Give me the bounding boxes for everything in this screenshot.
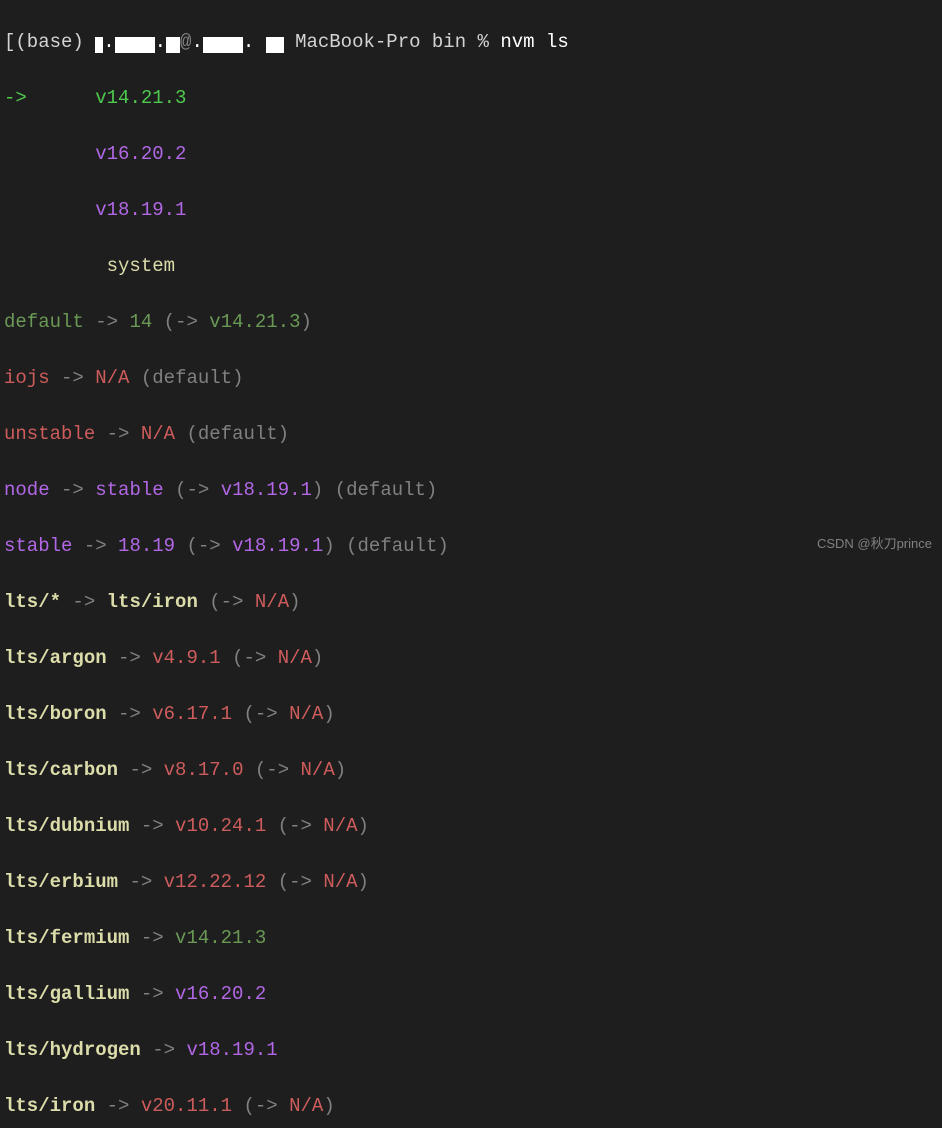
lts-target: v20.11.1 <box>141 1095 232 1117</box>
arrow-icon: -> <box>141 815 164 837</box>
arrow-icon: -> <box>198 535 221 557</box>
lts-target: v4.9.1 <box>152 647 220 669</box>
arrow-icon: -> <box>129 871 152 893</box>
lts-star-line: lts/* -> lts/iron (-> N/A) <box>4 588 938 616</box>
installed-version: v16.20.2 <box>95 143 186 165</box>
lts-boron-line: lts/boron -> v6.17.1 (-> N/A) <box>4 700 938 728</box>
lts-name: lts/carbon <box>4 759 118 781</box>
arrow-icon: -> <box>186 479 209 501</box>
arrow-icon: -> <box>107 423 130 445</box>
arrow-icon: -> <box>266 759 289 781</box>
lts-dubnium-line: lts/dubnium -> v10.24.1 (-> N/A) <box>4 812 938 840</box>
lts-resolved: N/A <box>301 759 335 781</box>
lts-erbium-line: lts/erbium -> v12.22.12 (-> N/A) <box>4 868 938 896</box>
lts-name: lts/boron <box>4 703 107 725</box>
lts-resolved: N/A <box>323 871 357 893</box>
alias-default-line: default -> 14 (-> v14.21.3) <box>4 308 938 336</box>
alias-resolved: v18.19.1 <box>232 535 323 557</box>
terminal-output: [(base) ..@.. MacBook-Pro bin % nvm ls -… <box>0 0 942 1128</box>
arrow-icon: -> <box>129 759 152 781</box>
alias-name: iojs <box>4 367 50 389</box>
alias-unstable-line: unstable -> N/A (default) <box>4 420 938 448</box>
lts-iron-line: lts/iron -> v20.11.1 (-> N/A) <box>4 1092 938 1120</box>
alias-resolved: v14.21.3 <box>209 311 300 333</box>
arrow-icon: -> <box>61 367 84 389</box>
lts-argon-line: lts/argon -> v4.9.1 (-> N/A) <box>4 644 938 672</box>
alias-target: 14 <box>129 311 152 333</box>
arrow-icon: -> <box>61 479 84 501</box>
alias-target: N/A <box>141 423 175 445</box>
system-label: system <box>107 255 175 277</box>
host-path: MacBook-Pro bin % <box>295 31 489 53</box>
alias-name: stable <box>4 535 72 557</box>
lts-target: v12.22.12 <box>164 871 267 893</box>
lts-name: lts/gallium <box>4 983 129 1005</box>
alias-extra: (default) <box>141 367 244 389</box>
alias-extra: (default) <box>346 535 449 557</box>
lts-target: v10.24.1 <box>175 815 266 837</box>
alias-target: stable <box>95 479 163 501</box>
lts-target: v16.20.2 <box>175 983 266 1005</box>
arrow-icon: -> <box>289 871 312 893</box>
lts-name: lts/* <box>4 591 61 613</box>
prompt-line[interactable]: [(base) ..@.. MacBook-Pro bin % nvm ls <box>4 28 938 56</box>
alias-target: N/A <box>95 367 129 389</box>
lts-name: lts/erbium <box>4 871 118 893</box>
arrow-icon: -> <box>141 927 164 949</box>
arrow-icon: -> <box>175 311 198 333</box>
lts-resolved: N/A <box>323 815 357 837</box>
conda-env: (base) <box>15 31 83 53</box>
lts-carbon-line: lts/carbon -> v8.17.0 (-> N/A) <box>4 756 938 784</box>
arrow-icon: -> <box>72 591 95 613</box>
lts-name: lts/dubnium <box>4 815 129 837</box>
nvm-installed-line: v16.20.2 <box>4 140 938 168</box>
alias-extra: (default) <box>335 479 438 501</box>
arrow-icon: -> <box>107 1095 130 1117</box>
arrow-icon: -> <box>84 535 107 557</box>
watermark-text: CSDN @秋刀prince <box>817 530 932 558</box>
alias-name: node <box>4 479 50 501</box>
arrow-icon: -> <box>221 591 244 613</box>
lts-fermium-line: lts/fermium -> v14.21.3 <box>4 924 938 952</box>
nvm-system-line: system <box>4 252 938 280</box>
lts-target: v8.17.0 <box>164 759 244 781</box>
nvm-current-line: -> v14.21.3 <box>4 84 938 112</box>
lts-gallium-line: lts/gallium -> v16.20.2 <box>4 980 938 1008</box>
lts-target: v6.17.1 <box>152 703 232 725</box>
current-version: v14.21.3 <box>95 87 186 109</box>
arrow-icon: -> <box>255 1095 278 1117</box>
arrow-icon: -> <box>95 311 118 333</box>
arrow-icon: -> <box>118 647 141 669</box>
lts-resolved: N/A <box>289 703 323 725</box>
lts-resolved: N/A <box>255 591 289 613</box>
nvm-installed-line: v18.19.1 <box>4 196 938 224</box>
alias-name: default <box>4 311 84 333</box>
lts-name: lts/fermium <box>4 927 129 949</box>
arrow-icon: -> <box>243 647 266 669</box>
arrow-icon: -> <box>152 1039 175 1061</box>
lts-target: v14.21.3 <box>175 927 266 949</box>
installed-version: v18.19.1 <box>95 199 186 221</box>
arrow-icon: -> <box>289 815 312 837</box>
arrow-icon: -> <box>255 703 278 725</box>
lts-resolved: N/A <box>289 1095 323 1117</box>
command-text: nvm ls <box>500 31 568 53</box>
lts-resolved: N/A <box>278 647 312 669</box>
alias-stable-line: stable -> 18.19 (-> v18.19.1) (default) <box>4 532 938 560</box>
lts-name: lts/argon <box>4 647 107 669</box>
lts-name: lts/hydrogen <box>4 1039 141 1061</box>
lts-target: lts/iron <box>107 591 198 613</box>
alias-name: unstable <box>4 423 95 445</box>
current-arrow-icon: -> <box>4 87 27 109</box>
alias-target: 18.19 <box>118 535 175 557</box>
alias-extra: (default) <box>186 423 289 445</box>
alias-resolved: v18.19.1 <box>221 479 312 501</box>
lts-hydrogen-line: lts/hydrogen -> v18.19.1 <box>4 1036 938 1064</box>
lts-target: v18.19.1 <box>186 1039 277 1061</box>
alias-node-line: node -> stable (-> v18.19.1) (default) <box>4 476 938 504</box>
alias-iojs-line: iojs -> N/A (default) <box>4 364 938 392</box>
lts-name: lts/iron <box>4 1095 95 1117</box>
arrow-icon: -> <box>141 983 164 1005</box>
arrow-icon: -> <box>118 703 141 725</box>
